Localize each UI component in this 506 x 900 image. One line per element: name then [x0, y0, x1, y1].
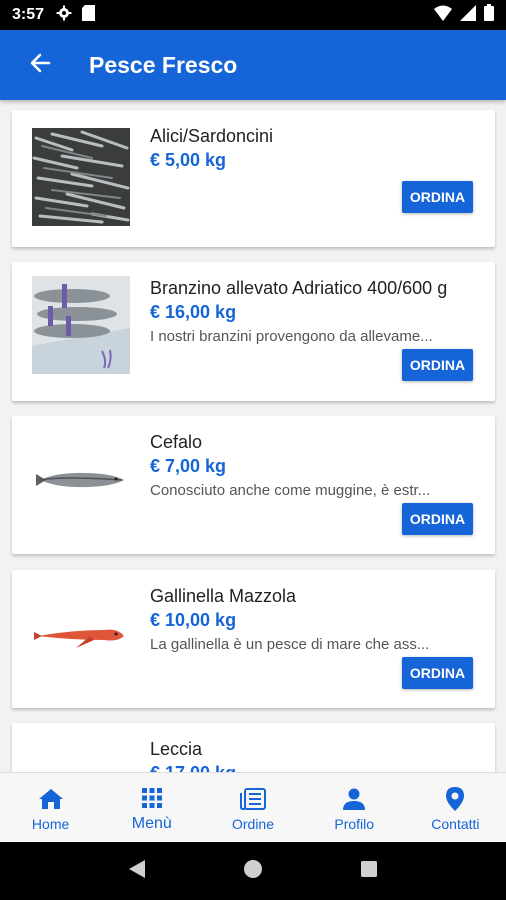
bottom-navigation: Home Menù Ordine Profilo Contatti	[0, 772, 506, 842]
nav-item-menu[interactable]: Menù	[101, 773, 202, 842]
grid-icon	[141, 783, 163, 813]
wifi-icon	[434, 5, 452, 26]
product-card[interactable]: Branzino allevato Adriatico 400/600 g € …	[12, 262, 495, 401]
product-card[interactable]: Alici/Sardoncini € 5,00 kg ORDINA	[12, 110, 495, 247]
product-price: € 17,00 kg	[150, 763, 475, 772]
order-button[interactable]: ORDINA	[402, 181, 473, 213]
app-bar: Pesce Fresco	[0, 30, 506, 100]
nav-label: Menù	[131, 814, 172, 832]
product-description: I nostri branzini provengono da allevame…	[150, 328, 433, 345]
nav-item-home[interactable]: Home	[0, 773, 101, 842]
product-description: Conosciuto anche come muggine, è estr...	[150, 482, 431, 499]
nav-item-profilo[interactable]: Profilo	[304, 773, 405, 842]
back-triangle-icon[interactable]	[127, 858, 147, 885]
product-name: Alici/Sardoncini	[150, 126, 274, 146]
home-circle-icon[interactable]	[242, 858, 264, 885]
product-card[interactable]: Cefalo € 7,00 kg Conosciuto anche come m…	[12, 416, 495, 554]
system-navigation-bar	[0, 842, 506, 900]
status-bar: 3:57	[0, 0, 506, 30]
signal-icon	[460, 4, 476, 26]
product-name: Gallinella Mazzola	[150, 586, 297, 606]
nav-label: Contatti	[431, 815, 480, 832]
sd-card-icon	[82, 4, 96, 26]
product-price: € 7,00 kg	[150, 456, 227, 476]
product-list[interactable]: Alici/Sardoncini € 5,00 kg ORDINA Branzi…	[0, 100, 506, 772]
product-image	[32, 128, 130, 226]
arrow-back-icon	[29, 52, 51, 79]
product-name: Branzino allevato Adriatico 400/600 g	[150, 278, 448, 298]
nav-label: Profilo	[334, 815, 375, 832]
product-description: La gallinella è un pesce di mare che ass…	[150, 636, 430, 653]
product-image	[32, 430, 130, 528]
product-name: Leccia	[150, 739, 203, 759]
home-icon	[38, 784, 64, 814]
settings-icon	[56, 5, 72, 26]
nav-label: Ordine	[231, 815, 275, 832]
product-price: € 10,00 kg	[150, 610, 237, 630]
back-button[interactable]	[0, 30, 80, 100]
product-price: € 5,00 kg	[150, 150, 227, 170]
nav-item-ordine[interactable]: Ordine	[202, 773, 303, 842]
location-pin-icon	[445, 784, 465, 814]
nav-item-contatti[interactable]: Contatti	[405, 773, 506, 842]
battery-icon	[484, 4, 494, 26]
receipt-icon	[239, 784, 267, 814]
product-card[interactable]: Gallinella Mazzola € 10,00 kg La galline…	[12, 570, 495, 708]
product-card[interactable]: Leccia € 17,00 kg	[12, 723, 495, 772]
page-title: Pesce Fresco	[89, 51, 238, 78]
product-image	[32, 584, 130, 682]
product-price: € 16,00 kg	[150, 302, 237, 322]
recents-square-icon[interactable]	[359, 859, 379, 884]
product-name: Cefalo	[150, 432, 203, 452]
person-icon	[342, 784, 366, 814]
status-time: 3:57	[12, 6, 45, 23]
order-button[interactable]: ORDINA	[402, 657, 473, 689]
nav-label: Home	[31, 815, 70, 832]
order-button[interactable]: ORDINA	[402, 349, 473, 381]
order-button[interactable]: ORDINA	[402, 503, 473, 535]
product-image	[32, 276, 130, 374]
